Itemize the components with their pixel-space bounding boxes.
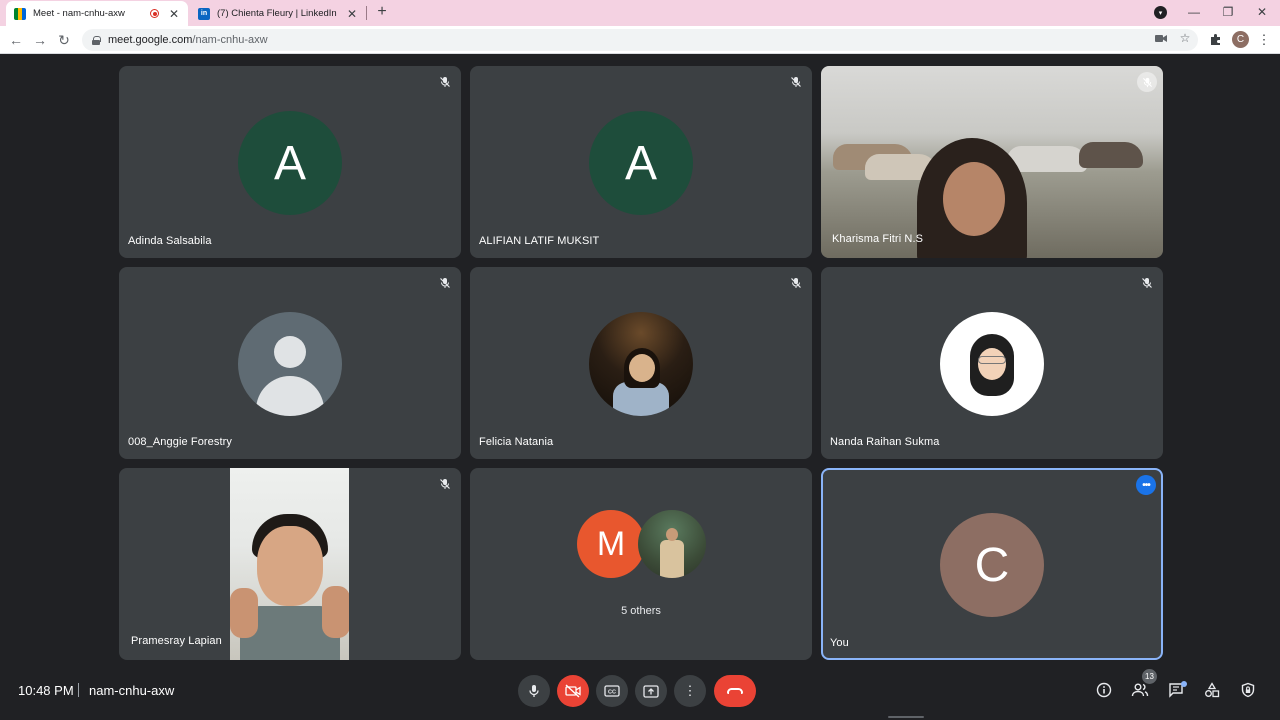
others-tile[interactable]: M 5 others	[470, 468, 812, 660]
mic-muted-icon	[437, 74, 453, 90]
meeting-time: 10:48 PM	[18, 683, 74, 698]
meeting-code: nam-cnhu-axw	[89, 683, 175, 698]
participant-tile[interactable]: Felicia Natania	[470, 267, 812, 459]
mic-muted-icon	[788, 275, 804, 291]
restore-button[interactable]: ❐	[1213, 2, 1243, 22]
tab-title: Meet - nam-cnhu-axw	[33, 8, 125, 19]
microphone-button[interactable]	[518, 675, 550, 707]
address-bar[interactable]: meet.google.com/nam-cnhu-axw	[82, 29, 1198, 51]
more-options-icon[interactable]: •••	[1136, 475, 1156, 495]
tab-meet[interactable]: Meet - nam-cnhu-axw ✕	[6, 1, 188, 26]
camera-off-button[interactable]	[557, 675, 589, 707]
recording-indicator-icon	[150, 9, 159, 18]
tab-search-icon[interactable]: ▾	[1154, 6, 1167, 19]
profile-photo	[589, 312, 693, 416]
participant-name: Kharisma Fitri N.S	[832, 233, 924, 245]
activities-shapes-icon[interactable]	[1200, 678, 1224, 702]
url-host: meet.google.com	[108, 34, 193, 46]
minimize-button[interactable]: —	[1179, 2, 1209, 22]
participant-tile[interactable]: Nanda Raihan Sukma	[821, 267, 1163, 459]
camera-in-use-icon[interactable]	[1153, 30, 1169, 46]
mic-muted-icon	[437, 275, 453, 291]
participant-video	[821, 66, 1163, 258]
close-window-button[interactable]: ✕	[1247, 2, 1277, 22]
people-count-badge: 13	[1142, 669, 1157, 684]
participant-name: 008_Anggie Forestry	[128, 436, 233, 448]
browser-tab-strip: Meet - nam-cnhu-axw ✕ in (7) Chienta Fle…	[0, 0, 1280, 26]
close-tab-icon[interactable]: ✕	[168, 7, 180, 21]
participant-name: Adinda Salsabila	[128, 235, 212, 247]
participant-tile[interactable]: 008_Anggie Forestry	[119, 267, 461, 459]
participant-name: You	[830, 637, 849, 649]
close-tab-icon[interactable]: ✕	[346, 7, 358, 21]
mic-muted-icon	[1139, 275, 1155, 291]
more-options-button[interactable]: ⋮	[674, 675, 706, 707]
browser-toolbar: ← → ↻ meet.google.com/nam-cnhu-axw ☆ C ⋮	[0, 26, 1280, 54]
new-tab-button[interactable]: +	[374, 3, 390, 21]
participant-name: ALIFIAN LATIF MUKSIT	[479, 235, 600, 247]
mic-muted-icon	[437, 476, 453, 492]
avatar: M	[577, 510, 645, 578]
present-screen-button[interactable]	[635, 675, 667, 707]
svg-text:CC: CC	[608, 690, 616, 696]
url-path: /nam-cnhu-axw	[192, 34, 268, 46]
participant-tile[interactable]: A ALIFIAN LATIF MUKSIT	[470, 66, 812, 258]
bookmark-star-icon[interactable]: ☆	[1177, 30, 1193, 46]
profile-avatar[interactable]: C	[1232, 31, 1249, 48]
avatar: A	[589, 111, 693, 215]
tab-linkedin[interactable]: in (7) Chienta Fleury | LinkedIn ✕	[190, 1, 366, 26]
google-meet-icon	[14, 7, 26, 20]
captions-button[interactable]: CC	[596, 675, 628, 707]
back-arrow-icon[interactable]: ←	[6, 30, 26, 50]
tab-title: (7) Chienta Fleury | LinkedIn	[217, 8, 337, 19]
mic-muted-icon	[788, 74, 804, 90]
default-profile-icon	[238, 312, 342, 416]
self-tile[interactable]: C ••• You	[821, 468, 1163, 660]
profile-photo	[940, 312, 1044, 416]
lock-icon[interactable]	[92, 35, 101, 45]
participant-name: Felicia Natania	[479, 436, 554, 448]
others-count-label: 5 others	[621, 605, 661, 617]
scroll-indicator	[888, 716, 924, 718]
participant-tile[interactable]: A Adinda Salsabila	[119, 66, 461, 258]
linkedin-icon: in	[198, 7, 210, 20]
tab-divider	[366, 6, 367, 20]
chat-notification-dot	[1181, 681, 1187, 687]
mic-muted-icon	[1137, 72, 1157, 92]
reload-icon[interactable]: ↻	[54, 30, 74, 50]
avatar: A	[238, 111, 342, 215]
participant-name: Nanda Raihan Sukma	[830, 436, 940, 448]
avatar: C	[940, 513, 1044, 617]
leave-call-button[interactable]	[714, 675, 756, 707]
forward-arrow-icon[interactable]: →	[30, 30, 50, 50]
participant-video	[230, 468, 349, 660]
profile-photo	[638, 510, 706, 578]
host-controls-shield-icon[interactable]	[1236, 678, 1260, 702]
participant-name: Pramesray Lapian	[131, 635, 222, 647]
meeting-control-bar: 10:48 PM nam-cnhu-axw CC ⋮	[0, 664, 1280, 720]
participant-video-tile[interactable]: Pramesray Lapian	[119, 468, 461, 660]
phone-hangup-icon	[727, 688, 743, 694]
meeting-details-info-icon[interactable]	[1092, 678, 1116, 702]
participant-video-tile[interactable]: Kharisma Fitri N.S	[821, 66, 1163, 258]
chrome-menu-icon[interactable]: ⋮	[1254, 30, 1274, 50]
extensions-puzzle-icon[interactable]	[1206, 30, 1226, 50]
divider	[78, 683, 79, 697]
